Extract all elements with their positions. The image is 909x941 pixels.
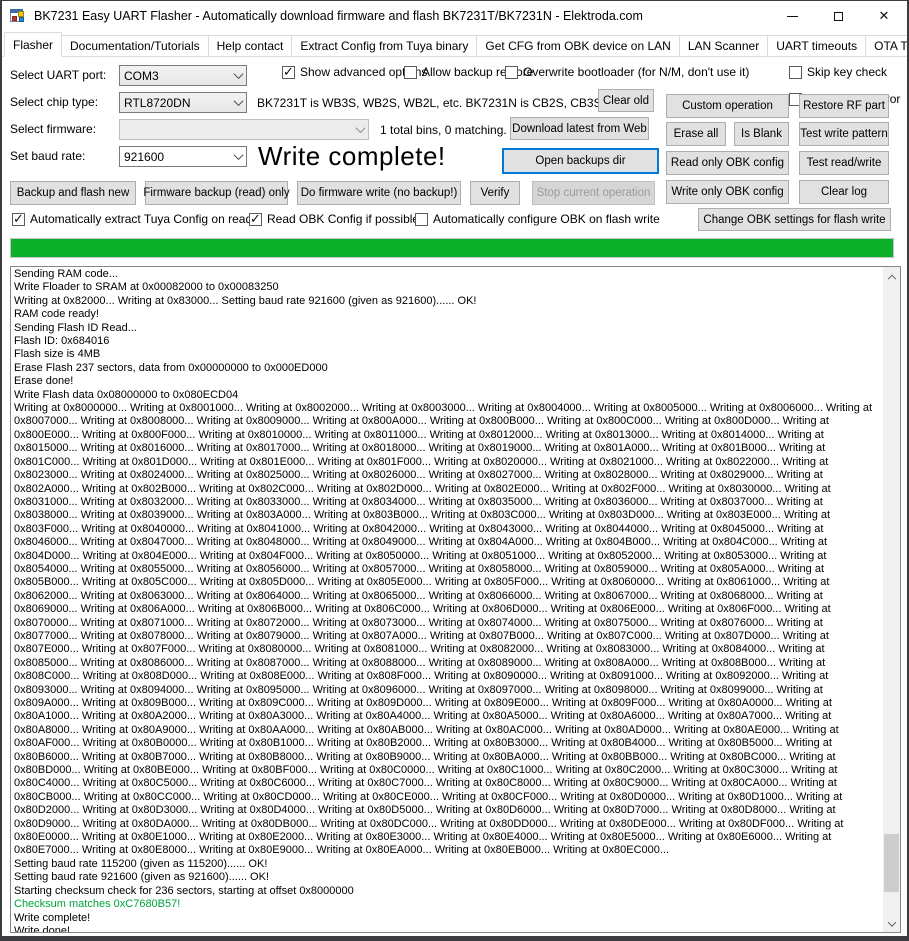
tab-lan-scanner[interactable]: LAN Scanner xyxy=(678,35,769,56)
log-line: Flash ID: 0x684016 xyxy=(14,335,110,348)
verify-button[interactable]: Verify xyxy=(470,181,520,205)
read-only-obk-config-button[interactable]: Read only OBK config xyxy=(666,151,789,175)
chevron-down-icon xyxy=(233,96,243,107)
log-line: Setting baud rate 115200 (given as 11520… xyxy=(14,857,268,870)
log-line: Writing at 0x8000000... Writing at 0x800… xyxy=(14,402,876,857)
log-line: Sending Flash ID Read... xyxy=(14,321,137,334)
checkbox-overwrite-bootloader[interactable]: ✓ Overwrite bootloader (for N/M, don't u… xyxy=(505,65,749,79)
open-backups-dir-button[interactable]: Open backups dir xyxy=(502,148,659,174)
maximize-icon xyxy=(833,11,843,21)
log-line: Write complete! xyxy=(14,911,91,924)
checkbox-auto-extract-tuya[interactable]: ✓ Automatically extract Tuya Config on r… xyxy=(12,210,252,226)
log-line: RAM code ready! xyxy=(14,308,99,321)
chip-type-select[interactable]: RTL8720DN xyxy=(119,92,247,113)
checkbox-auto-configure-obk[interactable]: ✓ Automatically configure OBK on flash w… xyxy=(415,212,660,226)
stop-current-operation-button[interactable]: Stop current operation xyxy=(532,181,655,205)
chevron-down-icon xyxy=(233,69,243,80)
do-firmware-write-button[interactable]: Do firmware write (no backup!) xyxy=(297,181,461,205)
download-latest-button[interactable]: Download latest from Web xyxy=(510,117,649,140)
app-window: BK7231 Easy UART Flasher - Automatically… xyxy=(0,0,909,941)
log-line: Setting baud rate 921600 (given as 92160… xyxy=(14,871,270,884)
close-icon: ✕ xyxy=(878,8,890,23)
firmware-select[interactable] xyxy=(119,119,369,140)
log-line: Flash size is 4MB xyxy=(14,348,101,361)
checkbox-box: ✓ xyxy=(404,65,417,79)
write-only-obk-config-button[interactable]: Write only OBK config xyxy=(666,180,789,204)
check-icon: ✓ xyxy=(250,210,261,226)
tab-extract-config[interactable]: Extract Config from Tuya binary xyxy=(291,35,478,56)
log-line: Checksum matches 0xC7680B57! xyxy=(14,898,181,911)
chip-type-label: Select chip type: xyxy=(10,95,99,109)
chevron-up-icon xyxy=(887,274,896,283)
checkbox-box: ✓ xyxy=(282,63,295,79)
chevron-down-icon xyxy=(355,123,365,134)
log-line: Erase done! xyxy=(14,375,74,388)
erase-all-button[interactable]: Erase all xyxy=(666,122,726,146)
baud-rate-label: Set baud rate: xyxy=(10,149,86,163)
firmware-status-text: 1 total bins, 0 matching. xyxy=(380,123,507,137)
log-line: Write done! xyxy=(14,924,71,932)
checkbox-box: ✓ xyxy=(415,212,428,226)
clear-log-button[interactable]: Clear log xyxy=(799,180,889,204)
tab-strip: Flasher Documentation/Tutorials Help con… xyxy=(2,31,907,57)
firmware-backup-button[interactable]: Firmware backup (read) only xyxy=(143,181,290,205)
log-text: Sending RAM code... Write Floader to SRAM… xyxy=(11,267,883,932)
check-icon: ✓ xyxy=(283,63,294,79)
checkbox-box: ✓ xyxy=(249,210,262,226)
chevron-down-icon xyxy=(887,917,896,927)
progress-bar xyxy=(10,238,894,258)
log-line: Writing at 0x82000... Writing at 0x83000… xyxy=(14,294,477,307)
progress-fill xyxy=(11,239,893,257)
scroll-down-button[interactable] xyxy=(883,915,900,932)
checkbox-box: ✓ xyxy=(789,65,802,79)
log-line: Write Flash data 0x08000000 to 0x080ECD0… xyxy=(14,388,239,401)
log-scrollbar[interactable] xyxy=(883,267,900,932)
check-icon: ✓ xyxy=(13,210,24,226)
firmware-label: Select firmware: xyxy=(10,122,97,136)
tab-uart-timeouts[interactable]: UART timeouts xyxy=(767,35,867,56)
status-message: Write complete! xyxy=(258,141,446,171)
uart-port-label: Select UART port: xyxy=(10,68,107,82)
is-blank-button[interactable]: Is Blank xyxy=(734,122,789,146)
scrollbar-thumb[interactable] xyxy=(884,834,899,892)
restore-rf-part-button[interactable]: Restore RF part xyxy=(799,94,889,118)
scroll-up-button[interactable] xyxy=(883,267,900,284)
app-icon xyxy=(10,8,26,24)
close-button[interactable]: ✕ xyxy=(861,1,907,31)
minimize-icon xyxy=(786,15,798,17)
log-output[interactable]: Sending RAM code... Write Floader to SRAM… xyxy=(10,266,901,933)
maximize-button[interactable] xyxy=(815,1,861,31)
checkbox-box: ✓ xyxy=(12,210,25,226)
uart-port-select[interactable]: COM3 xyxy=(119,65,247,86)
checkbox-skip-key-check[interactable]: ✓ Skip key check xyxy=(789,65,887,79)
checkbox-read-obk-config[interactable]: ✓ Read OBK Config if possible xyxy=(249,210,419,226)
chevron-down-icon xyxy=(233,150,243,161)
tab-get-cfg-lan[interactable]: Get CFG from OBK device on LAN xyxy=(476,35,680,56)
chip-hint-text: BK7231T is WB3S, WB2S, WB2L, etc. BK7231… xyxy=(257,96,625,110)
title-bar: BK7231 Easy UART Flasher - Automatically… xyxy=(2,1,907,31)
test-read-write-button[interactable]: Test read/write xyxy=(799,151,889,175)
test-write-pattern-button[interactable]: Test write pattern xyxy=(799,122,889,146)
clear-old-button[interactable]: Clear old xyxy=(598,89,654,112)
tab-help-contact[interactable]: Help contact xyxy=(207,35,293,56)
baud-rate-input[interactable]: 921600 xyxy=(119,146,247,167)
log-line: Write Floader to SRAM at 0x00082000 to 0… xyxy=(14,281,279,294)
log-line: Erase Flash 237 sectors, data from 0x000… xyxy=(14,361,328,374)
custom-operation-button[interactable]: Custom operation xyxy=(666,94,789,118)
change-obk-settings-button[interactable]: Change OBK settings for flash write xyxy=(698,208,891,231)
minimize-button[interactable] xyxy=(769,1,815,31)
window-title: BK7231 Easy UART Flasher - Automatically… xyxy=(34,9,643,23)
tab-flasher[interactable]: Flasher xyxy=(4,32,63,57)
log-line: Sending RAM code... xyxy=(14,268,118,280)
log-line: Starting checksum check for 236 sectors,… xyxy=(14,884,354,897)
backup-and-flash-button[interactable]: Backup and flash new xyxy=(10,181,136,205)
checkbox-box: ✓ xyxy=(505,65,518,79)
tab-ota-tool[interactable]: OTA Tool xyxy=(865,35,907,56)
flasher-panel: Select UART port: COM3 ✓ Show advanced o… xyxy=(2,57,907,936)
tab-documentation[interactable]: Documentation/Tutorials xyxy=(61,35,209,56)
